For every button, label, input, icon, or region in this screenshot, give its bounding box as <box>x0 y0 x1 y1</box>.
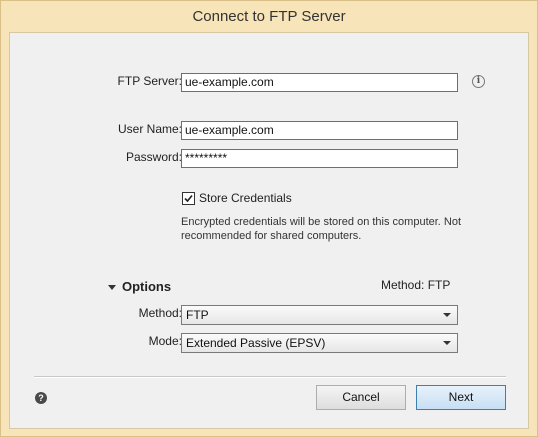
info-icon[interactable]: i <box>472 75 485 88</box>
triangle-down-icon <box>108 285 116 291</box>
window-title: Connect to FTP Server <box>192 8 346 25</box>
ftp-server-label: FTP Server: <box>117 74 182 88</box>
footer-divider <box>34 376 506 378</box>
method-select-value: FTP <box>186 308 209 322</box>
username-label: User Name: <box>117 122 182 136</box>
mode-label: Mode: <box>148 334 182 348</box>
ftp-dialog-window: Connect to FTP Server FTP Server: ue-exa… <box>0 0 538 437</box>
method-summary: Method: FTP <box>381 278 451 292</box>
mode-select-value: Extended Passive (EPSV) <box>186 336 326 350</box>
password-label: Password: <box>125 150 182 164</box>
mode-select[interactable]: Extended Passive (EPSV) <box>181 333 458 353</box>
username-input[interactable]: ue-example.com <box>181 121 458 140</box>
next-button[interactable]: Next <box>416 385 506 410</box>
ftp-server-input[interactable]: ue-example.com <box>181 73 458 92</box>
method-select[interactable]: FTP <box>181 305 458 325</box>
dialog-body: FTP Server: ue-example.com i User Name: … <box>9 32 529 429</box>
options-toggle[interactable]: Options <box>108 279 171 294</box>
method-label: Method: <box>138 306 182 320</box>
options-toggle-label: Options <box>122 279 172 294</box>
chevron-down-icon <box>443 341 451 345</box>
cancel-button[interactable]: Cancel <box>316 385 406 410</box>
chevron-down-icon <box>443 313 451 317</box>
store-credentials-checkbox[interactable] <box>182 192 195 205</box>
store-credentials-label[interactable]: Store Credentials <box>199 191 292 205</box>
checkmark-icon <box>184 194 193 203</box>
question-icon[interactable]: ? <box>35 392 47 404</box>
credentials-note: Encrypted credentials will be stored on … <box>181 216 462 242</box>
password-input[interactable]: ********* <box>181 149 458 168</box>
